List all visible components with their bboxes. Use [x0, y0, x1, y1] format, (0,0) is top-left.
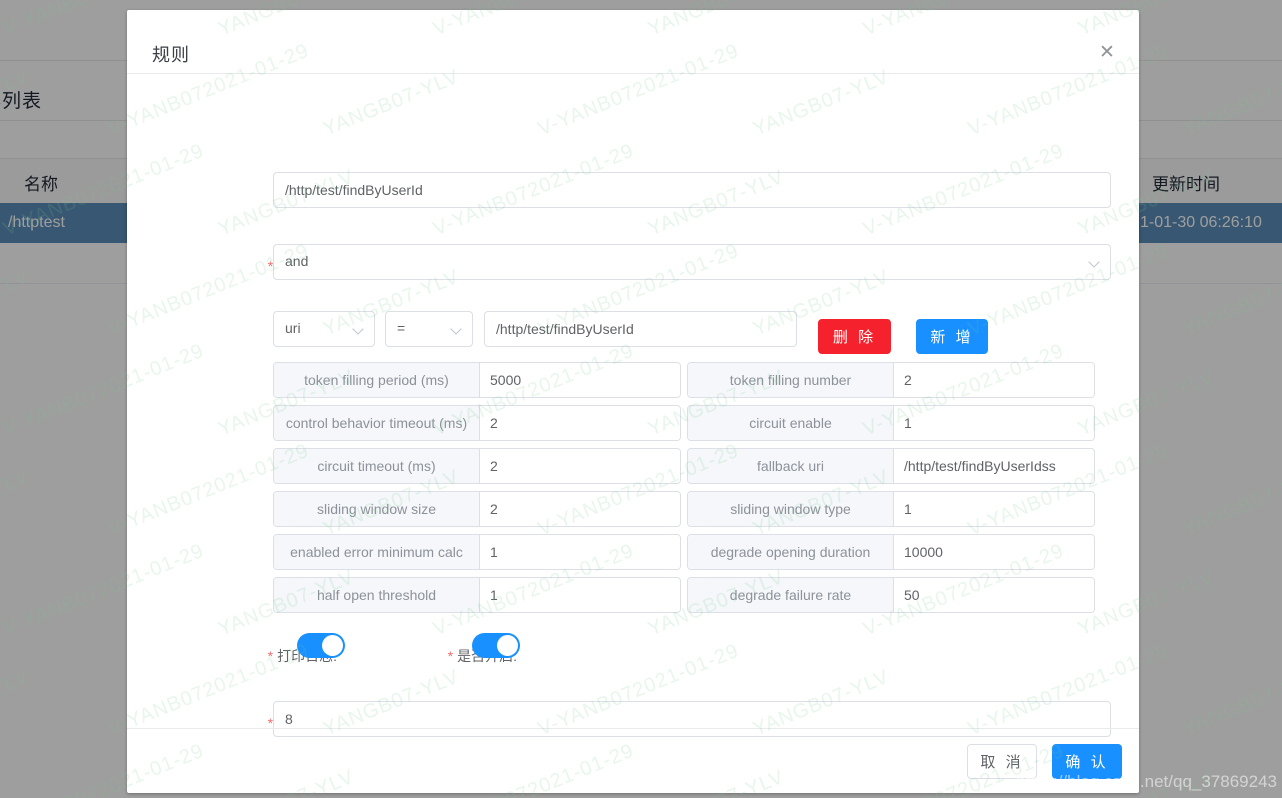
handle-row-value-input[interactable] [480, 535, 680, 569]
delete-condition-button[interactable]: 删 除 [818, 319, 891, 354]
handle-row-key: fallback uri [688, 449, 894, 483]
handle-row-key: half open threshold [274, 578, 480, 612]
dialog-title: 规则 [152, 45, 190, 65]
handle-row-key: sliding window size [274, 492, 480, 526]
handle-row-key: degrade opening duration [688, 535, 894, 569]
handle-row: token filling number [687, 362, 1095, 398]
dialog-footer: 取 消 确 认 [127, 728, 1139, 792]
switch-knob [322, 635, 343, 656]
handle-row: fallback uri [687, 448, 1095, 484]
handle-row-key: circuit enable [688, 406, 894, 440]
handle-row: control behavior timeout (ms) [273, 405, 681, 441]
handle-row: sliding window size [273, 491, 681, 527]
handle-row-value-input[interactable] [894, 449, 1094, 483]
close-icon[interactable]: ✕ [1094, 40, 1120, 66]
handle-row-value-input[interactable] [480, 406, 680, 440]
handle-row-key: token filling number [688, 363, 894, 397]
print-log-switch[interactable] [297, 633, 345, 658]
handle-row: circuit enable [687, 405, 1095, 441]
confirm-button[interactable]: 确 认 [1052, 744, 1122, 779]
chevron-down-icon [1090, 257, 1101, 268]
condition-field-value: uri [285, 320, 301, 336]
handle-row-key: token filling period (ms) [274, 363, 480, 397]
name-input[interactable] [273, 172, 1111, 208]
cancel-button[interactable]: 取 消 [967, 744, 1037, 779]
required-asterisk: * [447, 648, 454, 664]
handle-row: token filling period (ms) [273, 362, 681, 398]
condition-operator-value: = [397, 320, 406, 336]
handle-row: circuit timeout (ms) [273, 448, 681, 484]
handle-row: degrade failure rate [687, 577, 1095, 613]
match-mode-select[interactable]: and [273, 244, 1111, 280]
enabled-switch[interactable] [472, 633, 520, 658]
condition-operator-select[interactable]: = [385, 311, 473, 347]
add-condition-button[interactable]: 新 增 [916, 319, 988, 354]
handle-row-value-input[interactable] [480, 492, 680, 526]
handle-row-value-input[interactable] [894, 406, 1094, 440]
match-mode-value: and [285, 253, 309, 269]
handle-row: sliding window type [687, 491, 1095, 527]
handle-row-key: enabled error minimum calc [274, 535, 480, 569]
handle-row-key: degrade failure rate [688, 578, 894, 612]
condition-field-select[interactable]: uri [273, 311, 375, 347]
handle-row: enabled error minimum calc [273, 534, 681, 570]
handle-row-value-input[interactable] [480, 449, 680, 483]
handle-row-value-input[interactable] [894, 363, 1094, 397]
handle-row-key: sliding window type [688, 492, 894, 526]
required-asterisk: * [267, 648, 274, 664]
handle-row-value-input[interactable] [480, 363, 680, 397]
switch-knob [497, 635, 518, 656]
handle-row-value-input[interactable] [480, 578, 680, 612]
rule-dialog: 规则 ✕ *名称: *匹配方式: and *条件: uri = 删 除 [127, 10, 1139, 793]
handle-row-value-input[interactable] [894, 535, 1094, 569]
dialog-header: 规则 ✕ [127, 10, 1139, 74]
handle-row-key: circuit timeout (ms) [274, 449, 480, 483]
handle-row: half open threshold [273, 577, 681, 613]
handle-row-key: control behavior timeout (ms) [274, 406, 480, 440]
chevron-down-icon [354, 324, 365, 335]
dialog-body: *名称: *匹配方式: and *条件: uri = 删 除 新 增 处理: t… [127, 74, 1139, 737]
condition-value-input[interactable] [484, 311, 797, 347]
chevron-down-icon [452, 324, 463, 335]
handle-row-value-input[interactable] [894, 578, 1094, 612]
handle-row: degrade opening duration [687, 534, 1095, 570]
handle-row-value-input[interactable] [894, 492, 1094, 526]
